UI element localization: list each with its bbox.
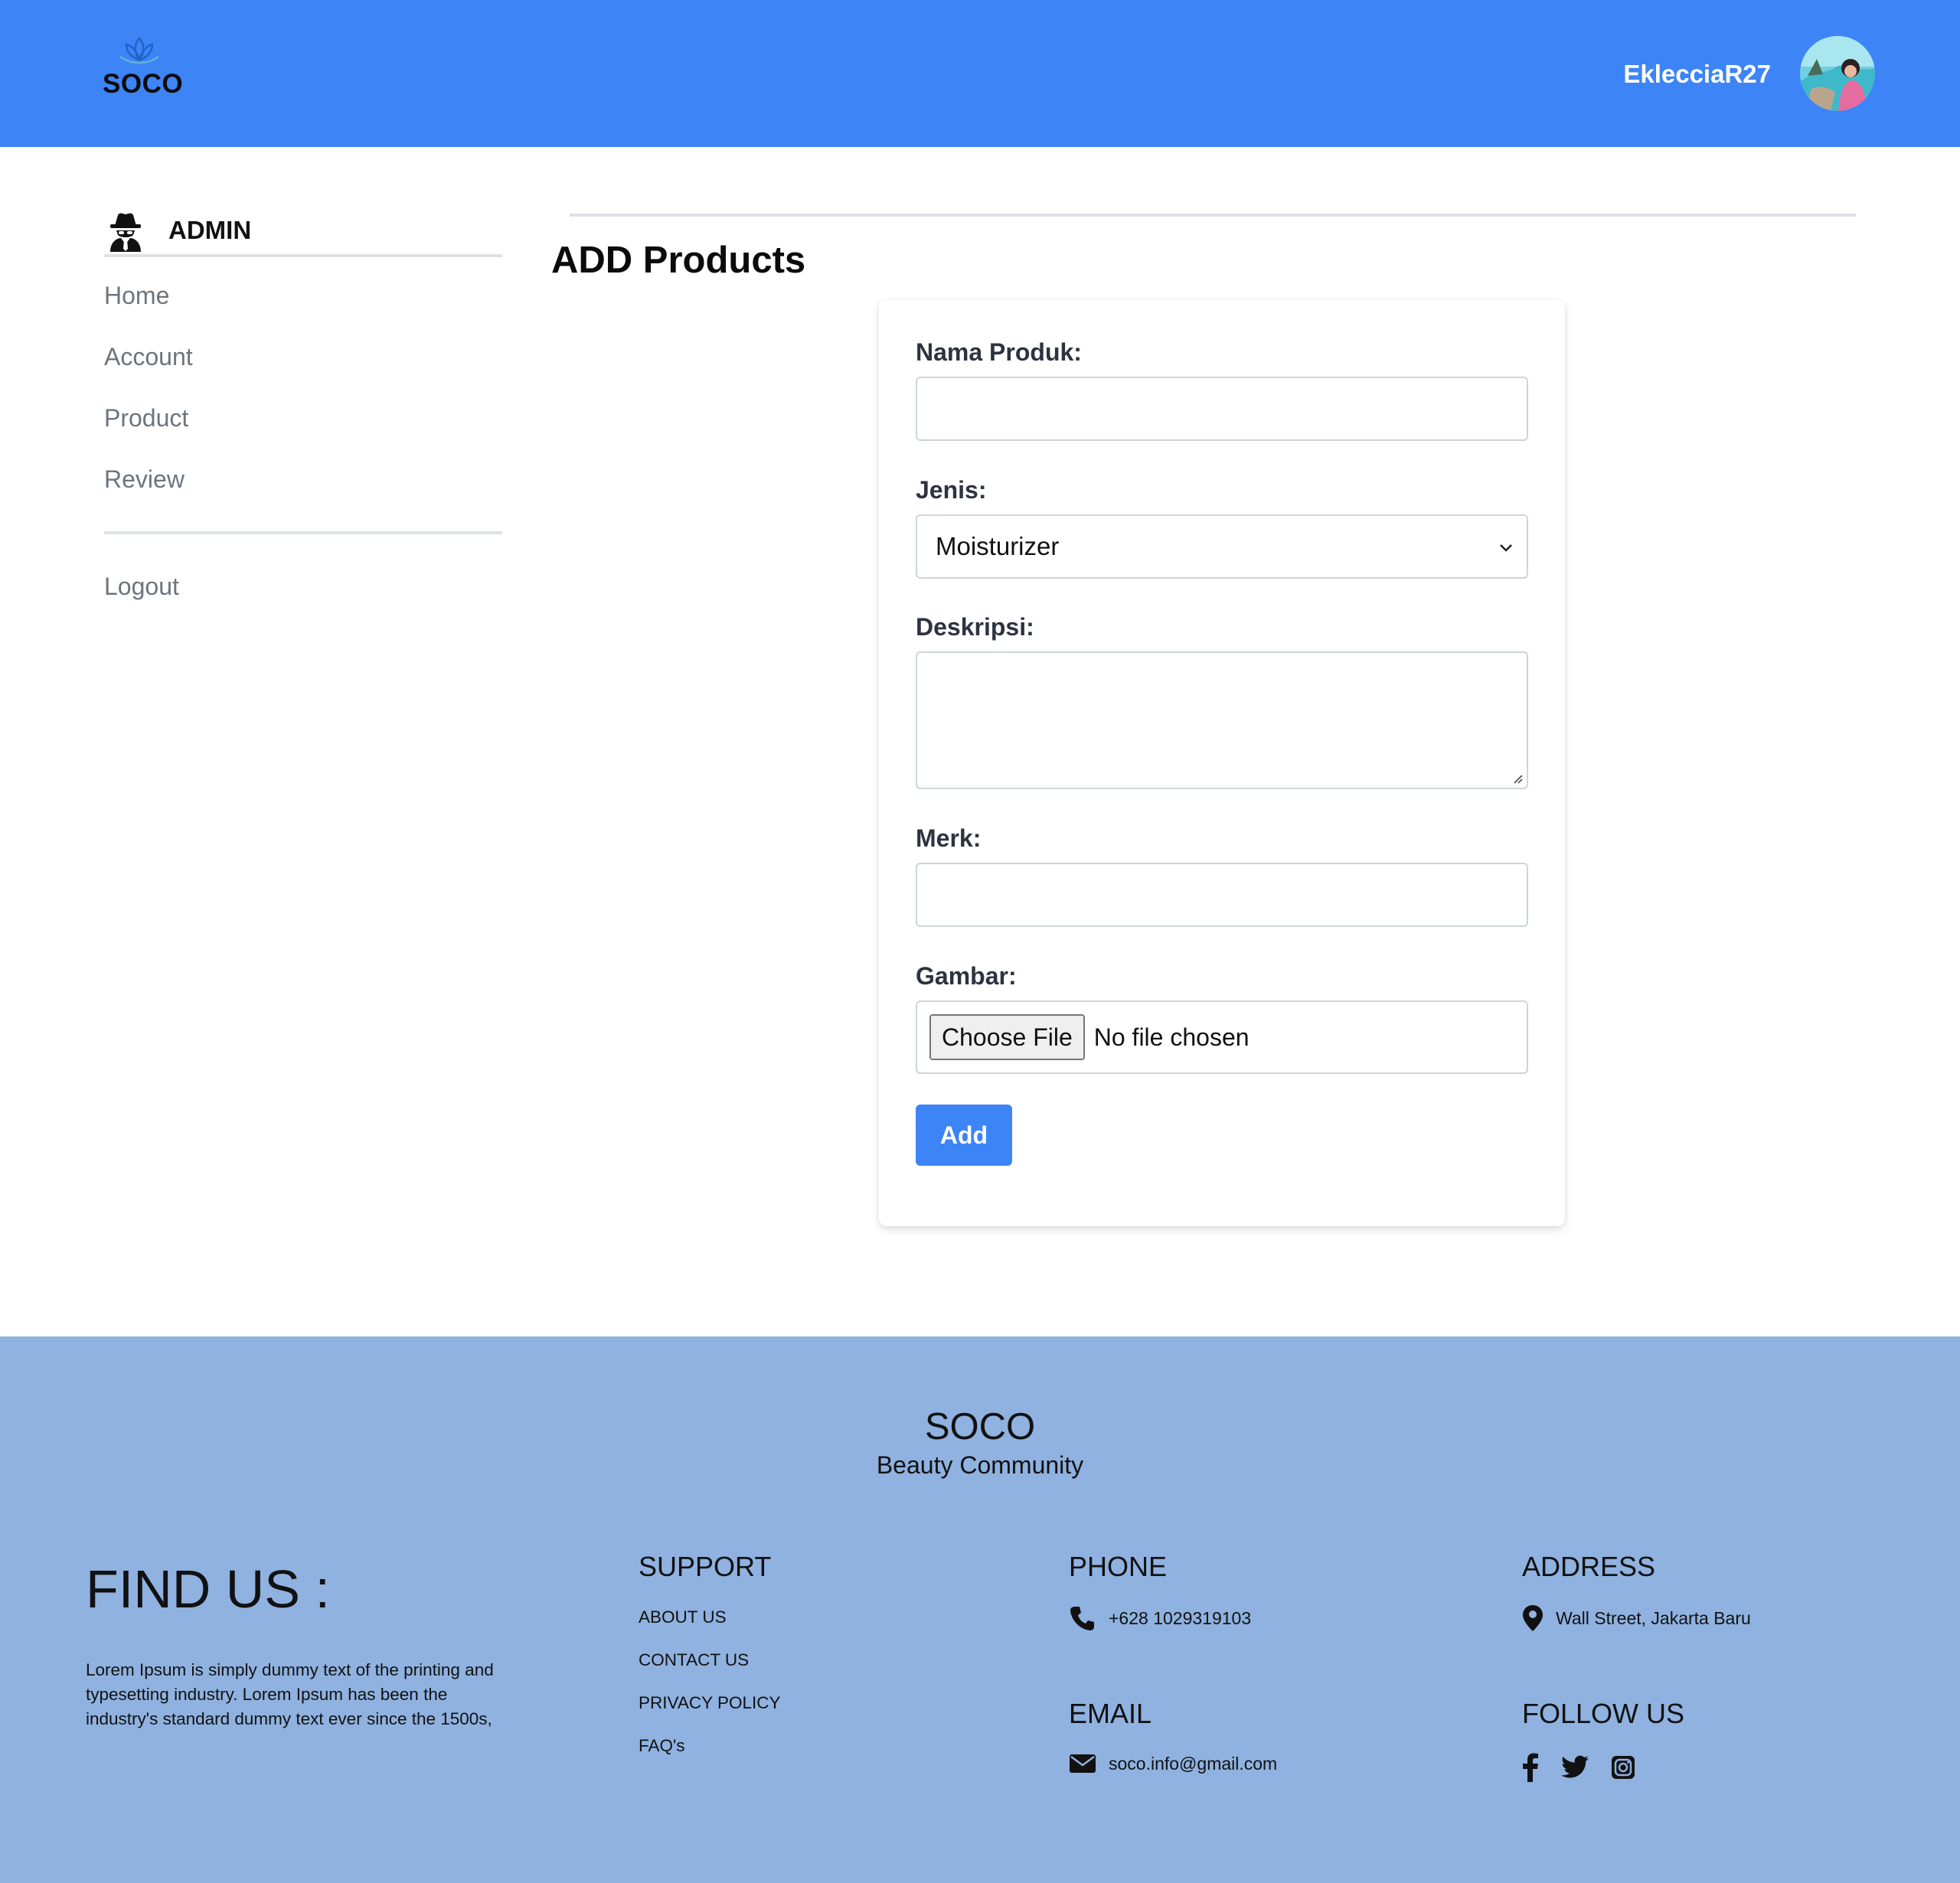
- add-product-form: Nama Produk: Jenis: Moisturizer Deskrips…: [879, 300, 1565, 1226]
- sidebar-item-home[interactable]: Home: [104, 280, 502, 341]
- footer: SOCO Beauty Community FIND US : Lorem Ip…: [0, 1336, 1960, 1883]
- jenis-selected-value: Moisturizer: [936, 532, 1060, 560]
- sidebar-menu: Home Account Product Review: [104, 280, 502, 525]
- file-status: No file chosen: [1093, 1023, 1250, 1051]
- address-heading: ADDRESS: [1522, 1551, 1656, 1582]
- footer-link-about-us[interactable]: ABOUT US: [639, 1607, 727, 1627]
- jenis-label: Jenis:: [916, 476, 987, 504]
- sidebar-item-logout[interactable]: Logout: [104, 573, 502, 601]
- username[interactable]: EklecciaR27: [1623, 60, 1771, 89]
- address-info: Wall Street, Jakarta Baru: [1522, 1604, 1751, 1632]
- phone-icon: [1070, 1607, 1094, 1630]
- find-us-heading: FIND US :: [86, 1559, 330, 1619]
- sidebar-item-product[interactable]: Product: [104, 403, 502, 464]
- jenis-group: Jenis: Moisturizer: [916, 476, 1528, 579]
- resize-grip-icon[interactable]: [1510, 771, 1524, 785]
- avatar[interactable]: [1800, 36, 1875, 111]
- social-links: [1522, 1753, 1657, 1786]
- choose-file-button[interactable]: Choose File: [929, 1014, 1085, 1060]
- admin-sidebar: ADMIN Home Account Product Review Logout: [104, 207, 502, 601]
- email-address: soco.info@gmail.com: [1109, 1753, 1278, 1774]
- nama-produk-group: Nama Produk:: [916, 338, 1528, 441]
- merk-label: Merk:: [916, 824, 982, 852]
- phone-number: +628 1029319103: [1109, 1607, 1252, 1628]
- support-heading: SUPPORT: [639, 1551, 772, 1582]
- main-divider: [570, 214, 1856, 217]
- sidebar-item-account[interactable]: Account: [104, 341, 502, 403]
- sidebar-divider: [104, 531, 502, 534]
- phone-info: +628 1029319103: [1069, 1604, 1251, 1632]
- gambar-label: Gambar:: [916, 962, 1017, 990]
- gambar-file-input[interactable]: Choose File No file chosen: [916, 1000, 1528, 1074]
- add-button[interactable]: Add: [916, 1105, 1012, 1166]
- sidebar-header: ADMIN: [104, 207, 502, 257]
- deskripsi-group: Deskripsi:: [916, 613, 1528, 789]
- twitter-icon[interactable]: [1560, 1755, 1589, 1783]
- chevron-down-icon: [1500, 544, 1512, 552]
- instagram-icon[interactable]: [1611, 1755, 1635, 1783]
- follow-heading: FOLLOW US: [1522, 1698, 1685, 1729]
- footer-link-faqs[interactable]: FAQ's: [639, 1736, 685, 1756]
- deskripsi-textarea[interactable]: [916, 651, 1528, 789]
- address-text: Wall Street, Jakarta Baru: [1556, 1607, 1751, 1628]
- merk-input[interactable]: [916, 863, 1528, 927]
- sidebar-item-review[interactable]: Review: [104, 464, 502, 525]
- email-info: soco.info@gmail.com: [1069, 1753, 1277, 1774]
- footer-tagline: Beauty Community: [876, 1451, 1084, 1479]
- footer-about-text: Lorem Ipsum is simply dummy text of the …: [86, 1660, 494, 1728]
- spy-icon: [110, 213, 141, 252]
- envelope-icon: [1070, 1754, 1096, 1773]
- nama-produk-label: Nama Produk:: [916, 338, 1082, 366]
- jenis-select[interactable]: Moisturizer: [916, 514, 1528, 579]
- brand-logo[interactable]: SOCO: [103, 35, 184, 100]
- page-title: ADD Products: [551, 240, 806, 281]
- email-heading: EMAIL: [1069, 1698, 1152, 1729]
- lotus-icon: [119, 37, 159, 64]
- deskripsi-label: Deskripsi:: [916, 613, 1034, 641]
- brand-name: SOCO: [103, 69, 184, 99]
- merk-group: Merk:: [916, 824, 1528, 927]
- footer-brand: SOCO: [924, 1406, 1036, 1447]
- map-pin-icon: [1523, 1605, 1543, 1631]
- phone-heading: PHONE: [1069, 1551, 1168, 1582]
- sidebar-title: ADMIN: [168, 216, 252, 244]
- gambar-group: Gambar: Choose File No file chosen: [916, 962, 1528, 1074]
- nama-produk-input[interactable]: [916, 377, 1528, 441]
- footer-link-privacy-policy[interactable]: PRIVACY POLICY: [639, 1693, 780, 1713]
- top-navbar: SOCO EklecciaR27: [0, 0, 1960, 147]
- footer-link-contact-us[interactable]: CONTACT US: [639, 1650, 749, 1670]
- facebook-icon[interactable]: [1522, 1753, 1539, 1786]
